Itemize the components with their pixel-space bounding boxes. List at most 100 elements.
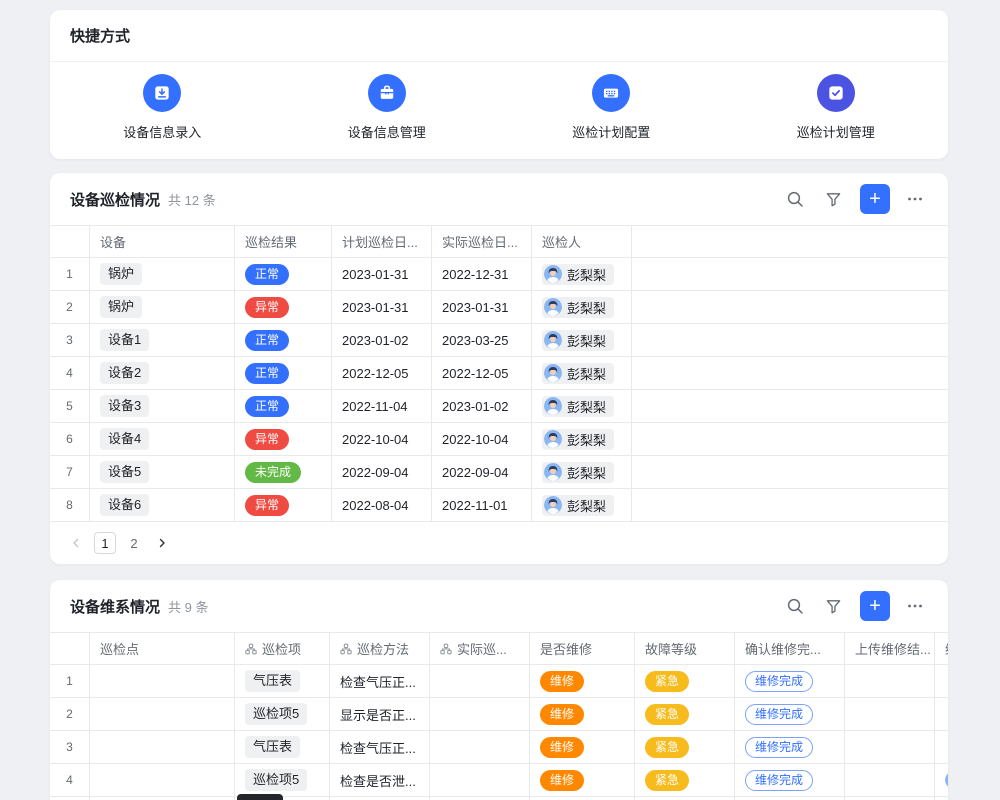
page-2-button[interactable]: 2: [124, 536, 144, 551]
table-cell[interactable]: 2022-12-31: [432, 258, 532, 290]
table-cell[interactable]: 维修: [530, 731, 635, 763]
table-cell[interactable]: 2023-01-31: [332, 258, 432, 290]
table-cell[interactable]: 3: [50, 324, 90, 356]
table-cell[interactable]: 设备2: [90, 357, 235, 389]
table-cell[interactable]: 彭梨梨: [532, 456, 632, 488]
table-cell[interactable]: 气压表: [235, 731, 330, 763]
add-record-button[interactable]: +: [860, 591, 890, 621]
table-cell[interactable]: 检查气压正...: [330, 665, 430, 697]
table-cell[interactable]: 紧急: [635, 764, 735, 796]
table-cell[interactable]: 2023-01-31: [332, 291, 432, 323]
table-cell[interactable]: [935, 731, 948, 763]
table-cell[interactable]: 5: [50, 390, 90, 422]
table-cell[interactable]: 1: [50, 665, 90, 697]
next-page-button[interactable]: [152, 533, 172, 553]
table-row[interactable]: 2巡检项5显示是否正...维修紧急维修完成: [50, 698, 948, 731]
table-cell[interactable]: [845, 665, 935, 697]
column-header-cutoff[interactable]: 维: [935, 633, 948, 664]
table-cell[interactable]: 未完成: [235, 456, 332, 488]
table-cell[interactable]: 2022-09-04: [432, 456, 532, 488]
table-cell[interactable]: 正常: [235, 357, 332, 389]
filter-icon[interactable]: [820, 186, 846, 212]
table-cell[interactable]: 维修完成: [735, 665, 845, 697]
table-cell[interactable]: 设备1: [90, 324, 235, 356]
table-cell[interactable]: 6: [50, 423, 90, 455]
table-cell[interactable]: 彭梨梨: [532, 489, 632, 521]
table-row[interactable]: 6设备4异常2022-10-042022-10-04彭梨梨: [50, 423, 948, 456]
table-cell[interactable]: 2023-01-31: [432, 291, 532, 323]
table-cell[interactable]: [632, 489, 948, 521]
table-cell[interactable]: 维修完成: [735, 731, 845, 763]
more-actions-icon[interactable]: [902, 593, 928, 619]
table-row[interactable]: 7设备5未完成2022-09-042022-09-04彭梨梨: [50, 456, 948, 489]
add-record-button[interactable]: +: [860, 184, 890, 214]
table-cell[interactable]: 显示是否正...: [330, 698, 430, 730]
table-cell[interactable]: 2: [50, 698, 90, 730]
table-cell[interactable]: [632, 291, 948, 323]
search-icon[interactable]: [782, 593, 808, 619]
table-cell[interactable]: 异常: [235, 489, 332, 521]
column-header-inspector[interactable]: 巡检人: [532, 226, 632, 257]
table-cell[interactable]: 彭梨梨: [532, 390, 632, 422]
table-cell[interactable]: [632, 258, 948, 290]
table-cell[interactable]: [430, 731, 530, 763]
table-cell[interactable]: 维修完成: [735, 698, 845, 730]
table-cell[interactable]: 维修: [530, 764, 635, 796]
table-cell[interactable]: [845, 698, 935, 730]
column-header-fault-level[interactable]: 故障等级: [635, 633, 735, 664]
table-cell[interactable]: 2022-08-04: [332, 489, 432, 521]
column-header-confirm[interactable]: 确认维修完...: [735, 633, 845, 664]
table-cell[interactable]: [935, 665, 948, 697]
table-cell[interactable]: [430, 665, 530, 697]
table-cell[interactable]: 2023-01-02: [332, 324, 432, 356]
table-cell[interactable]: 正常: [235, 258, 332, 290]
table-cell[interactable]: [632, 357, 948, 389]
column-header-device[interactable]: 设备: [90, 226, 235, 257]
table-cell[interactable]: 锅炉: [90, 291, 235, 323]
table-cell[interactable]: 4: [50, 357, 90, 389]
table-cell[interactable]: [935, 764, 948, 796]
table-cell[interactable]: 2023-03-25: [432, 324, 532, 356]
table-cell[interactable]: 异常: [235, 423, 332, 455]
table-row[interactable]: 8设备6异常2022-08-042022-11-01彭梨梨: [50, 489, 948, 522]
table-cell[interactable]: 8: [50, 489, 90, 521]
table-cell[interactable]: 紧急: [635, 731, 735, 763]
table-cell[interactable]: 紧急: [635, 665, 735, 697]
column-header-point[interactable]: 巡检点: [90, 633, 235, 664]
table-cell[interactable]: 巡检项5: [235, 698, 330, 730]
table-cell[interactable]: 7: [50, 456, 90, 488]
table-cell[interactable]: 2022-10-04: [332, 423, 432, 455]
table-cell[interactable]: 彭梨梨: [532, 324, 632, 356]
table-cell[interactable]: [90, 698, 235, 730]
table-cell[interactable]: 2: [50, 291, 90, 323]
table-cell[interactable]: 设备6: [90, 489, 235, 521]
table-cell[interactable]: [632, 324, 948, 356]
more-actions-icon[interactable]: [902, 186, 928, 212]
shortcut-plan-manage[interactable]: 巡检计划管理: [724, 74, 949, 141]
table-cell[interactable]: [632, 423, 948, 455]
column-header-actual[interactable]: 实际巡...: [430, 633, 530, 664]
table-cell[interactable]: 2022-11-04: [332, 390, 432, 422]
table-cell[interactable]: 2022-12-05: [432, 357, 532, 389]
table-cell[interactable]: 2023-01-02: [432, 390, 532, 422]
table-row[interactable]: 5设备3正常2022-11-042023-01-02彭梨梨: [50, 390, 948, 423]
table-cell[interactable]: 2022-09-04: [332, 456, 432, 488]
column-header-result[interactable]: 巡检结果: [235, 226, 332, 257]
prev-page-button[interactable]: [66, 533, 86, 553]
table-cell[interactable]: 2022-11-01: [432, 489, 532, 521]
table-cell[interactable]: 检查是否泄...: [330, 764, 430, 796]
table-cell[interactable]: 设备4: [90, 423, 235, 455]
table-cell[interactable]: [632, 390, 948, 422]
page-1-button[interactable]: 1: [94, 532, 116, 554]
table-row[interactable]: 3气压表检查气压正...维修紧急维修完成: [50, 731, 948, 764]
table-cell[interactable]: [845, 764, 935, 796]
table-cell[interactable]: 彭梨梨: [532, 357, 632, 389]
table-cell[interactable]: 设备3: [90, 390, 235, 422]
table-cell[interactable]: 气压表: [235, 665, 330, 697]
table-cell[interactable]: 设备5: [90, 456, 235, 488]
search-icon[interactable]: [782, 186, 808, 212]
table-cell[interactable]: 4: [50, 764, 90, 796]
column-header-actual-date[interactable]: 实际巡检日...: [432, 226, 532, 257]
table-cell[interactable]: 2022-12-05: [332, 357, 432, 389]
shortcut-device-manage[interactable]: 设备信息管理: [275, 74, 500, 141]
